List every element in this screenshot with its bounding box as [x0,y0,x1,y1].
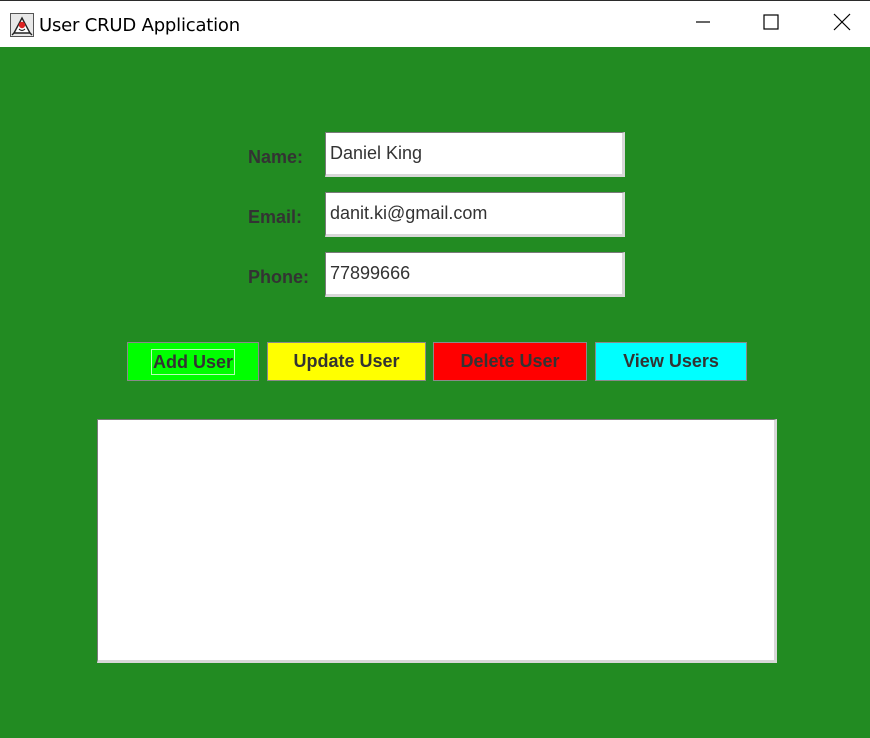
add-user-button[interactable]: Add User [127,342,259,381]
phone-label: Phone: [248,267,309,287]
phone-field[interactable] [325,252,625,297]
application-window: User CRUD Application Name: Email: Phone… [0,0,870,738]
view-users-label: View Users [623,351,719,371]
title-bar[interactable]: User CRUD Application [0,2,870,47]
name-field[interactable] [325,132,625,177]
minimize-icon [695,14,711,35]
window-title: User CRUD Application [39,15,240,36]
name-label: Name: [248,147,304,167]
users-output-area[interactable] [97,419,777,663]
content-panel: Name: Email: Phone: Add User Update User… [0,47,870,738]
add-user-label: Add User [150,348,235,375]
update-user-button[interactable]: Update User [267,342,426,381]
update-user-label: Update User [293,351,400,371]
delete-user-button[interactable]: Delete User [433,342,587,381]
email-label: Email: [248,207,303,227]
java-duke-icon [10,13,34,37]
view-users-button[interactable]: View Users [595,342,747,381]
close-button[interactable] [819,2,865,47]
maximize-icon [763,14,779,35]
email-field[interactable] [325,192,625,237]
minimize-button[interactable] [680,2,726,47]
delete-user-label: Delete User [460,351,560,371]
close-icon [833,13,851,36]
maximize-button[interactable] [748,2,794,47]
